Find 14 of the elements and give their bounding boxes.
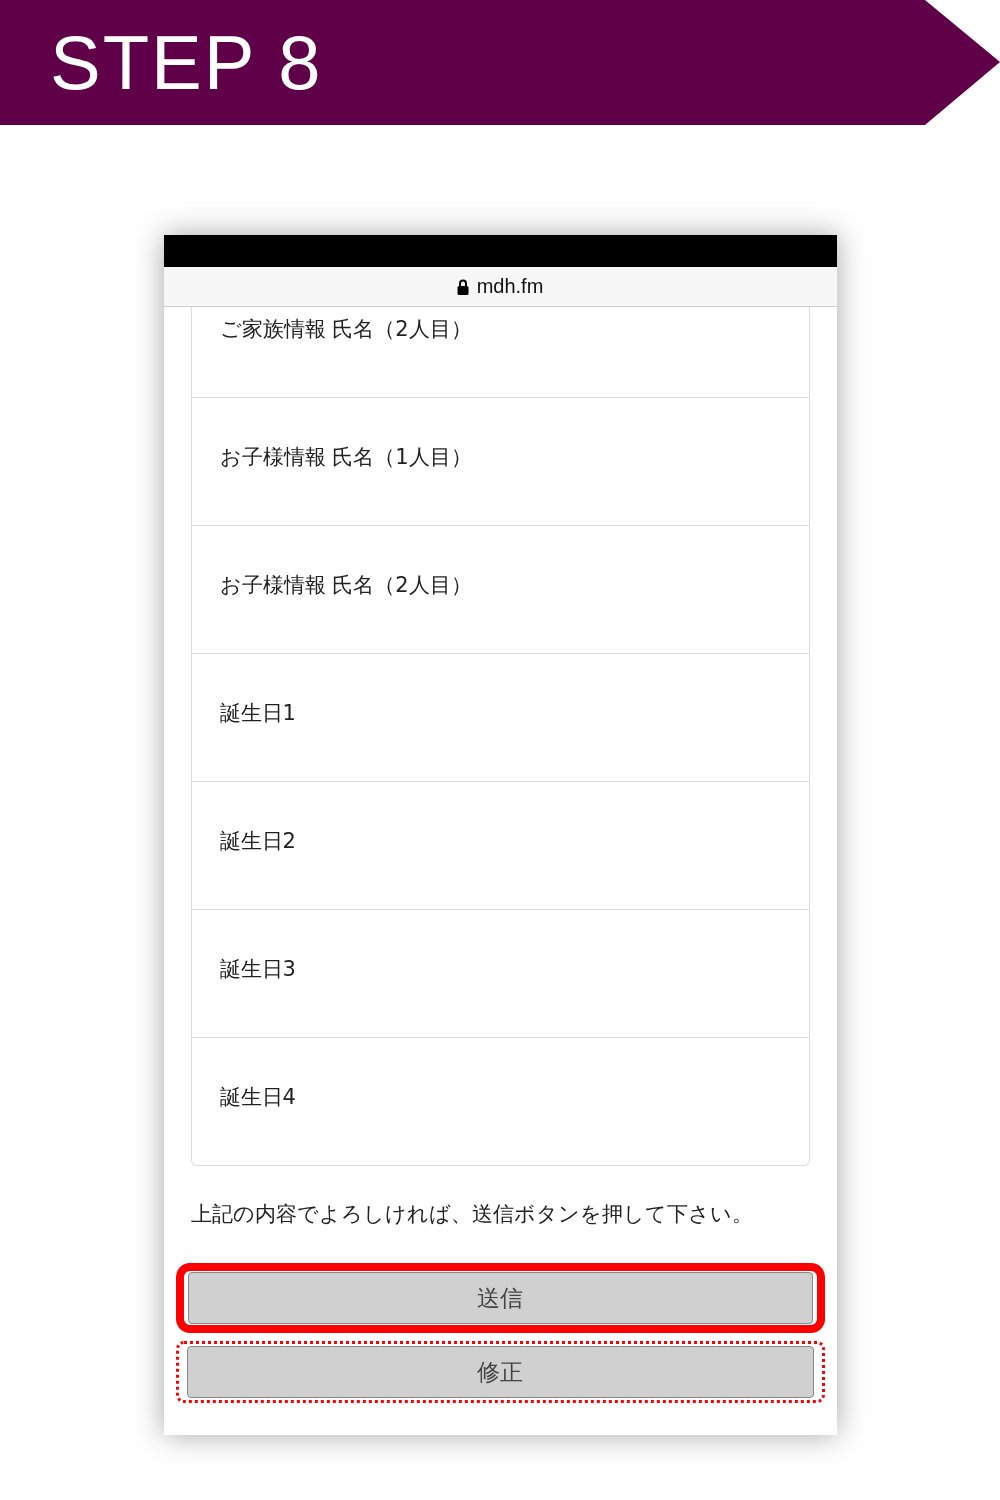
field-label: お子様情報 氏名（1人目） (219, 444, 472, 471)
instruction-text: 上記の内容でよろしければ、送信ボタンを押して下さい。 (190, 1201, 754, 1228)
field-label: 誕生日2 (219, 828, 296, 855)
field-label: 誕生日4 (219, 1084, 296, 1111)
step-title: STEP 8 (50, 19, 323, 106)
form-button[interactable]: 修正 (186, 1346, 814, 1398)
address-bar[interactable]: mdh.fm (163, 267, 837, 307)
form-button[interactable]: 送信 (187, 1272, 813, 1324)
field-label: 誕生日1 (219, 700, 296, 727)
lock-icon (456, 278, 469, 295)
url-text: mdh.fm (476, 275, 544, 298)
field-label: 誕生日3 (219, 956, 296, 983)
field-label: ご家族情報 氏名（2人目） (219, 316, 472, 343)
field-label: お子様情報 氏名（2人目） (219, 572, 472, 599)
